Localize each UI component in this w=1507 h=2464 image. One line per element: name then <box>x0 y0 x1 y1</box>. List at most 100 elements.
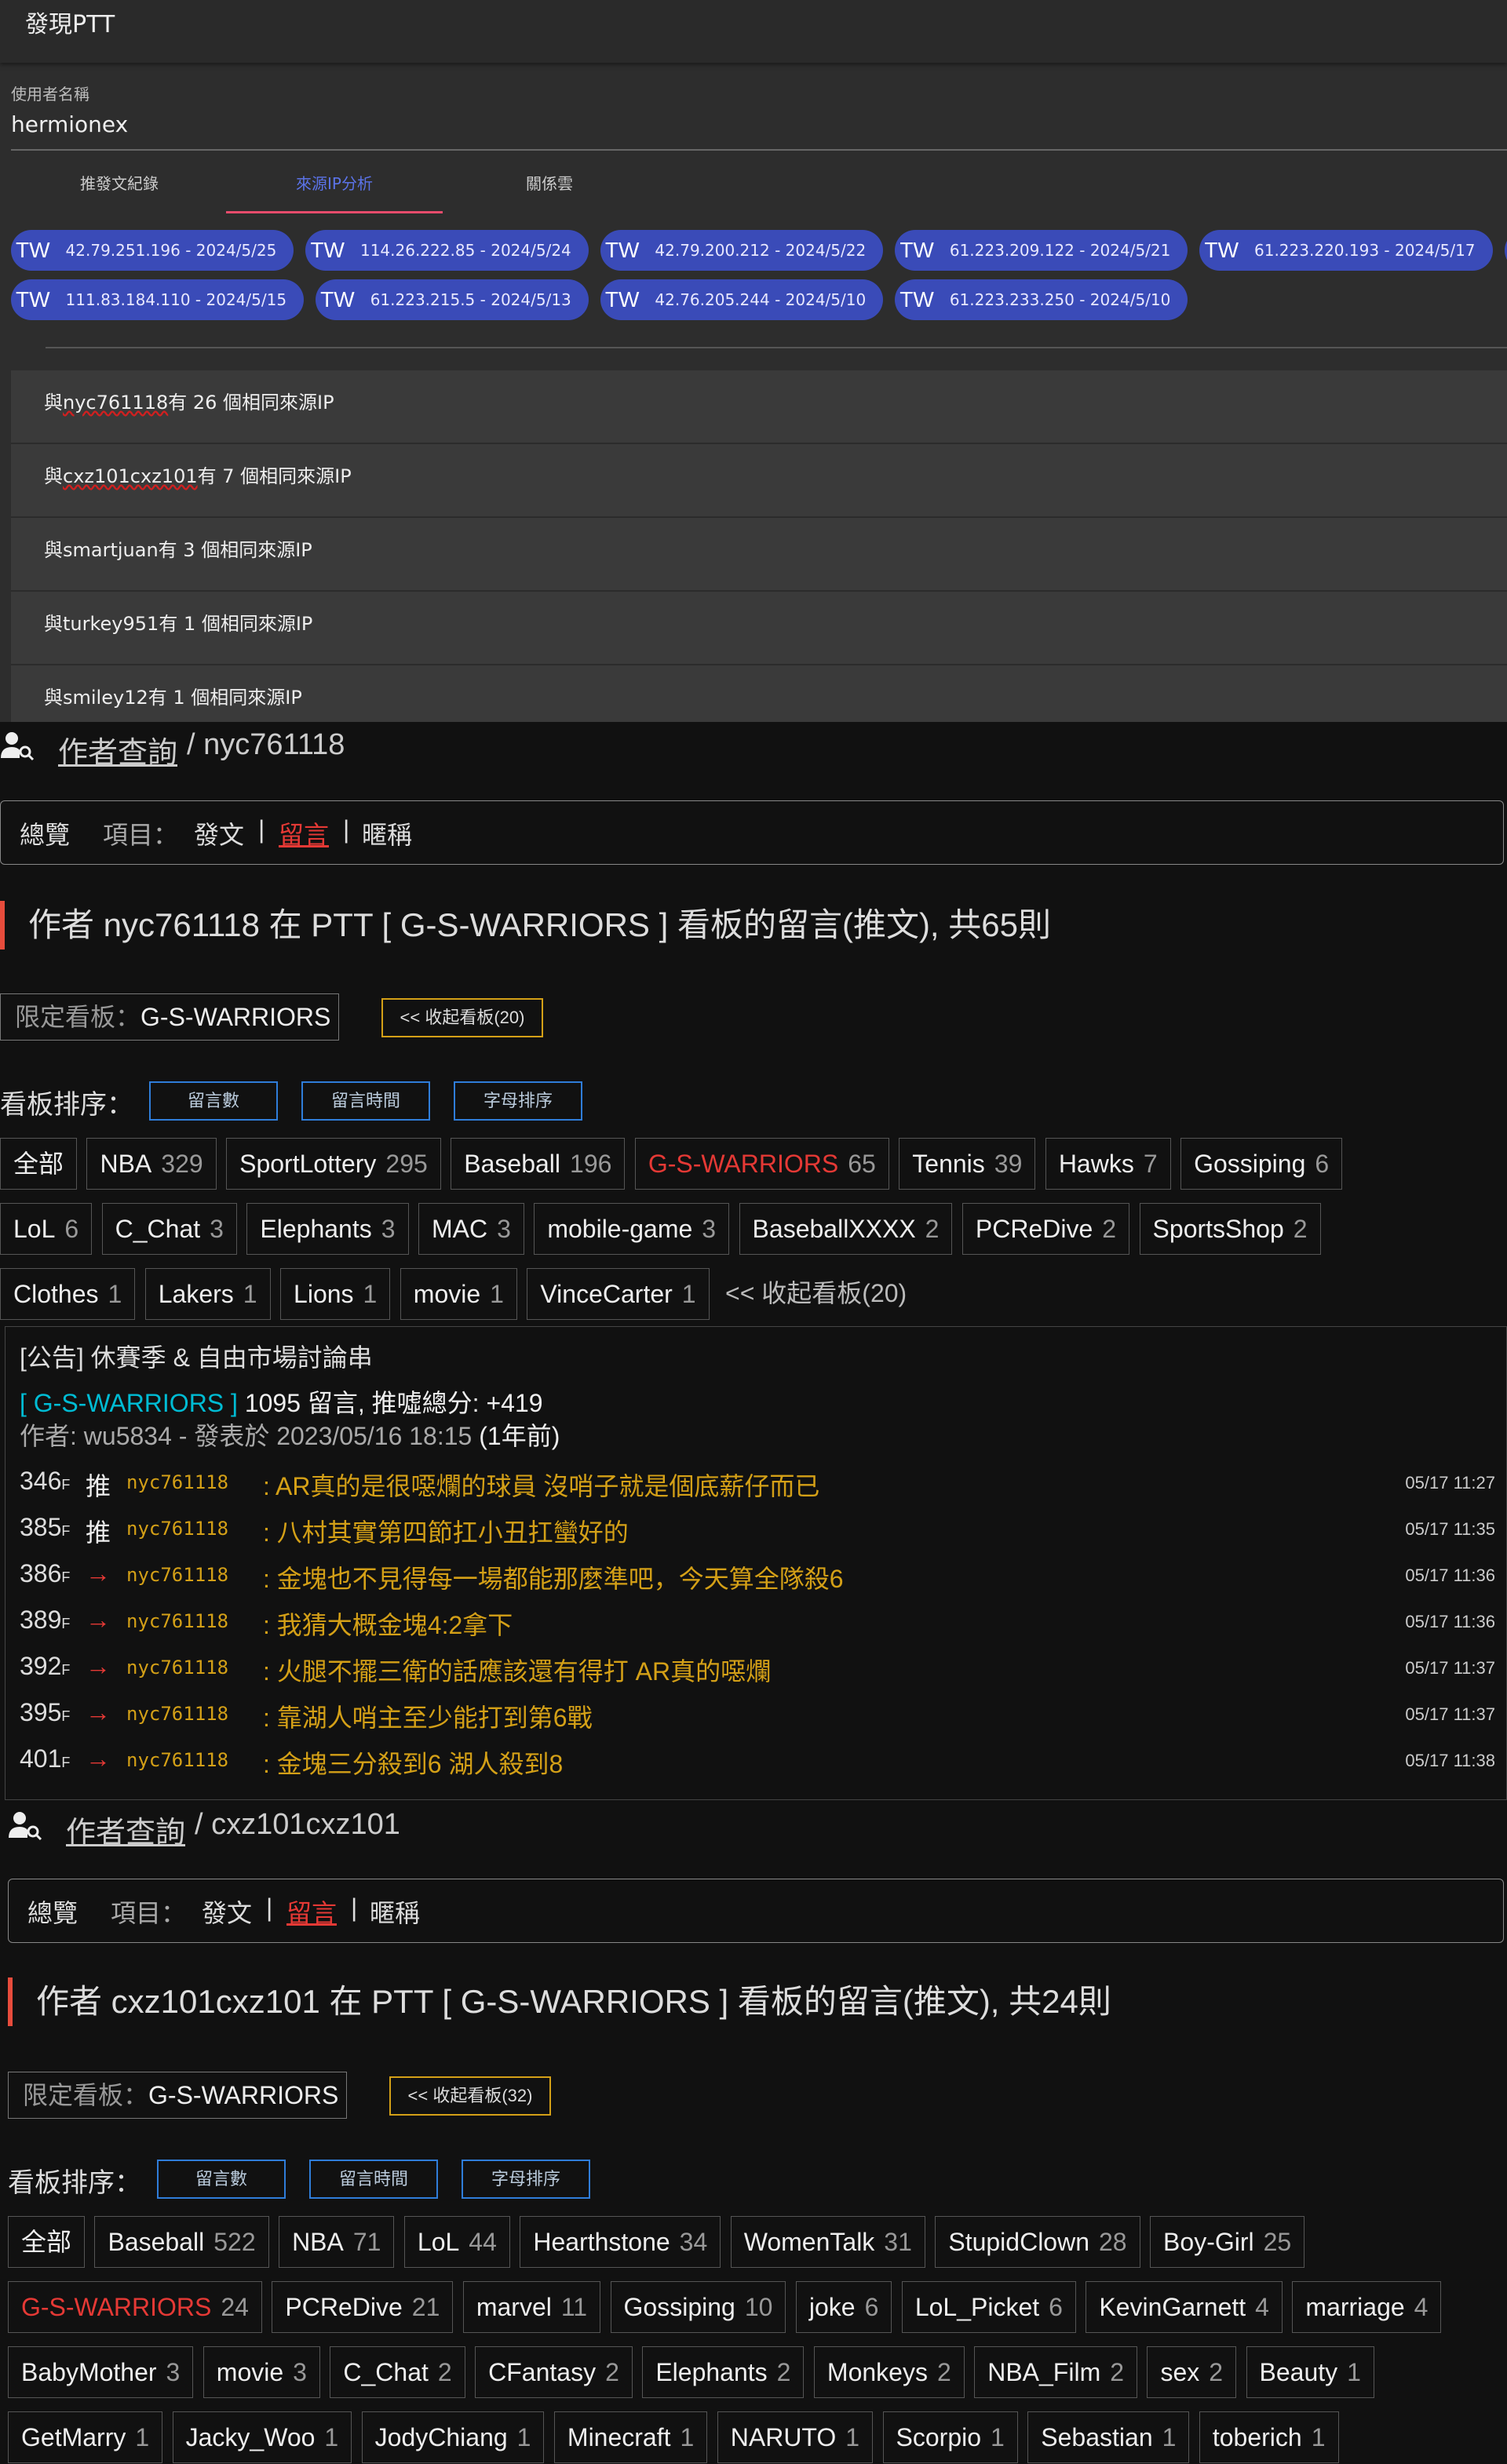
comment-user[interactable]: nyc761118 <box>126 1703 228 1725</box>
comment-user[interactable]: nyc761118 <box>126 1564 228 1586</box>
board-chip[interactable]: NBA 329 <box>86 1138 217 1190</box>
board-chip[interactable]: Tennis 39 <box>899 1138 1036 1190</box>
ip-chip[interactable]: TW 42.79.200.212 - 2024/5/22 <box>600 230 884 271</box>
board-chip[interactable]: Baseball 196 <box>451 1138 626 1190</box>
board-chip[interactable]: sex 2 <box>1147 2346 1237 2398</box>
board-chip-active[interactable]: G-S-WARRIORS 24 <box>8 2281 262 2333</box>
board-chip[interactable]: StupidClown 28 <box>935 2216 1140 2268</box>
board-chip[interactable]: PCReDive 21 <box>272 2281 454 2333</box>
ip-chip[interactable]: TW 111.83.184.110 - 2024/5/15 <box>11 279 305 320</box>
comment-user[interactable]: nyc761118 <box>126 1657 228 1679</box>
author-search-link[interactable]: 作者查詢 <box>58 728 177 771</box>
ip-chip[interactable]: TW 61.223.220.193 - 2024/5/17 <box>1199 230 1493 271</box>
board-chip[interactable]: NARUTO 1 <box>717 2411 874 2463</box>
board-chip[interactable]: WomenTalk 31 <box>730 2216 925 2268</box>
shared-ip-row[interactable]: 與cxz101cxz101有 7 個相同來源IP <box>11 444 1507 518</box>
board-chip[interactable]: Beauty 1 <box>1246 2346 1374 2398</box>
board-chip[interactable]: Scorpio 1 <box>882 2411 1018 2463</box>
collapse-boards-button[interactable]: << 收起看板(32) <box>389 2076 551 2116</box>
nav-nickname[interactable]: 暱稱 <box>362 815 412 851</box>
board-chip[interactable]: Baseball 522 <box>94 2216 269 2268</box>
board-chip[interactable]: 全部 <box>0 1138 78 1190</box>
tab-relation-cloud[interactable]: 關係雲 <box>441 166 658 213</box>
board-chip[interactable]: Clothes 1 <box>0 1268 136 1320</box>
board-chip[interactable]: movie 1 <box>400 1268 517 1320</box>
board-chip[interactable]: VinceCarter 1 <box>527 1268 710 1320</box>
board-chip[interactable]: Monkeys 2 <box>813 2346 965 2398</box>
ip-chip[interactable]: TW 61.223.215.5 - 2024/5/13 <box>316 279 589 320</box>
board-chip[interactable]: LoL 44 <box>403 2216 510 2268</box>
tab-source-ip[interactable]: 來源IP分析 <box>226 166 443 213</box>
nav-comment[interactable]: 留言 <box>279 815 329 851</box>
board-chip[interactable]: C_Chat 2 <box>330 2346 465 2398</box>
nav-overview[interactable]: 總覽 <box>27 1894 78 1930</box>
board-chip[interactable]: Lakers 1 <box>144 1268 271 1320</box>
nav-nickname[interactable]: 暱稱 <box>370 1894 420 1930</box>
board-chip[interactable]: CFantasy 2 <box>475 2346 633 2398</box>
ip-chip[interactable]: TW <box>1504 230 1507 271</box>
sort-by-time-button[interactable]: 留言時間 <box>301 1081 430 1121</box>
board-chip[interactable]: Boy-Girl 25 <box>1150 2216 1305 2268</box>
sort-by-count-button[interactable]: 留言數 <box>157 2160 286 2199</box>
board-chip[interactable]: KevinGarnett 4 <box>1086 2281 1283 2333</box>
board-chip[interactable]: LoL 6 <box>0 1203 93 1255</box>
board-chip[interactable]: MAC 3 <box>418 1203 524 1255</box>
board-chip[interactable]: C_Chat 3 <box>101 1203 237 1255</box>
board-chip[interactable]: 全部 <box>8 2216 86 2268</box>
nav-comment[interactable]: 留言 <box>286 1894 337 1930</box>
board-chip[interactable]: Elephants 2 <box>642 2346 805 2398</box>
board-chip[interactable]: marriage 4 <box>1292 2281 1442 2333</box>
username-input[interactable]: hermionex <box>11 111 128 137</box>
board-chip[interactable]: mobile-game 3 <box>534 1203 730 1255</box>
board-chip[interactable]: SportsShop 2 <box>1139 1203 1321 1255</box>
board-chip[interactable]: Gossiping 6 <box>1180 1138 1343 1190</box>
nav-post[interactable]: 發文 <box>202 1894 252 1930</box>
sort-alpha-button[interactable]: 字母排序 <box>454 1081 582 1121</box>
ip-chip[interactable]: TW 114.26.222.85 - 2024/5/24 <box>305 230 589 271</box>
board-chip[interactable]: Elephants 3 <box>246 1203 409 1255</box>
board-chip[interactable]: PCReDive 2 <box>961 1203 1130 1255</box>
collapse-boards-button[interactable]: << 收起看板(20) <box>381 998 543 1037</box>
board-chip[interactable]: Minecraft 1 <box>553 2411 708 2463</box>
board-chip[interactable]: Gossiping 10 <box>610 2281 786 2333</box>
nav-overview[interactable]: 總覽 <box>20 815 70 851</box>
board-chip-active[interactable]: G-S-WARRIORS 65 <box>634 1138 889 1190</box>
comment-user[interactable]: nyc761118 <box>126 1471 228 1493</box>
ip-chip[interactable]: TW 42.76.205.244 - 2024/5/10 <box>600 279 884 320</box>
shared-ip-row[interactable]: 與nyc761118有 26 個相同來源IP <box>11 370 1507 444</box>
shared-ip-row[interactable]: 與smartjuan有 3 個相同來源IP <box>11 518 1507 592</box>
board-chip[interactable]: BaseballXXXX 2 <box>739 1203 953 1255</box>
ip-chip[interactable]: TW 42.79.251.196 - 2024/5/25 <box>11 230 294 271</box>
comment-user[interactable]: nyc761118 <box>126 1749 228 1771</box>
author-search-link[interactable]: 作者查詢 <box>66 1808 185 1851</box>
board-chip[interactable]: toberich 1 <box>1199 2411 1339 2463</box>
board-chip[interactable]: LoL_Picket 6 <box>901 2281 1076 2333</box>
tab-post-history[interactable]: 推發文紀錄 <box>11 166 228 213</box>
board-chip[interactable]: joke 6 <box>795 2281 892 2333</box>
nav-post[interactable]: 發文 <box>194 815 244 851</box>
board-chip[interactable]: JodyChiang 1 <box>361 2411 545 2463</box>
shared-ip-row[interactable]: 與turkey951有 1 個相同來源IP <box>11 592 1507 665</box>
board-chip[interactable]: Hawks 7 <box>1045 1138 1171 1190</box>
ip-chip[interactable]: TW 61.223.233.250 - 2024/5/10 <box>895 279 1188 320</box>
board-chip[interactable]: Jacky_Woo 1 <box>172 2411 352 2463</box>
board-chip[interactable]: GetMarry 1 <box>8 2411 163 2463</box>
board-chip[interactable]: Hearthstone 34 <box>520 2216 721 2268</box>
sort-by-time-button[interactable]: 留言時間 <box>309 2160 438 2199</box>
board-chip[interactable]: NBA 71 <box>279 2216 395 2268</box>
sort-alpha-button[interactable]: 字母排序 <box>462 2160 590 2199</box>
sort-by-count-button[interactable]: 留言數 <box>149 1081 278 1121</box>
comment-user[interactable]: nyc761118 <box>126 1610 228 1632</box>
collapse-boards-link[interactable]: << 收起看板(20) <box>719 1268 907 1320</box>
post-title[interactable]: [公告] 休賽季 & 自由市場討論串 <box>20 1338 373 1374</box>
board-chip[interactable]: SportLottery 295 <box>226 1138 441 1190</box>
board-chip[interactable]: movie 3 <box>203 2346 320 2398</box>
board-chip[interactable]: NBA_Film 2 <box>974 2346 1138 2398</box>
board-chip[interactable]: Lions 1 <box>280 1268 391 1320</box>
comment-user[interactable]: nyc761118 <box>126 1518 228 1540</box>
post-board[interactable]: [ G-S-WARRIORS ] <box>20 1389 238 1417</box>
board-chip[interactable]: Sebastian 1 <box>1027 2411 1190 2463</box>
shared-ip-row[interactable]: 與smiley12有 1 個相同來源IP <box>11 665 1507 722</box>
ip-chip[interactable]: TW 61.223.209.122 - 2024/5/21 <box>895 230 1188 271</box>
board-chip[interactable]: BabyMother 3 <box>8 2346 194 2398</box>
